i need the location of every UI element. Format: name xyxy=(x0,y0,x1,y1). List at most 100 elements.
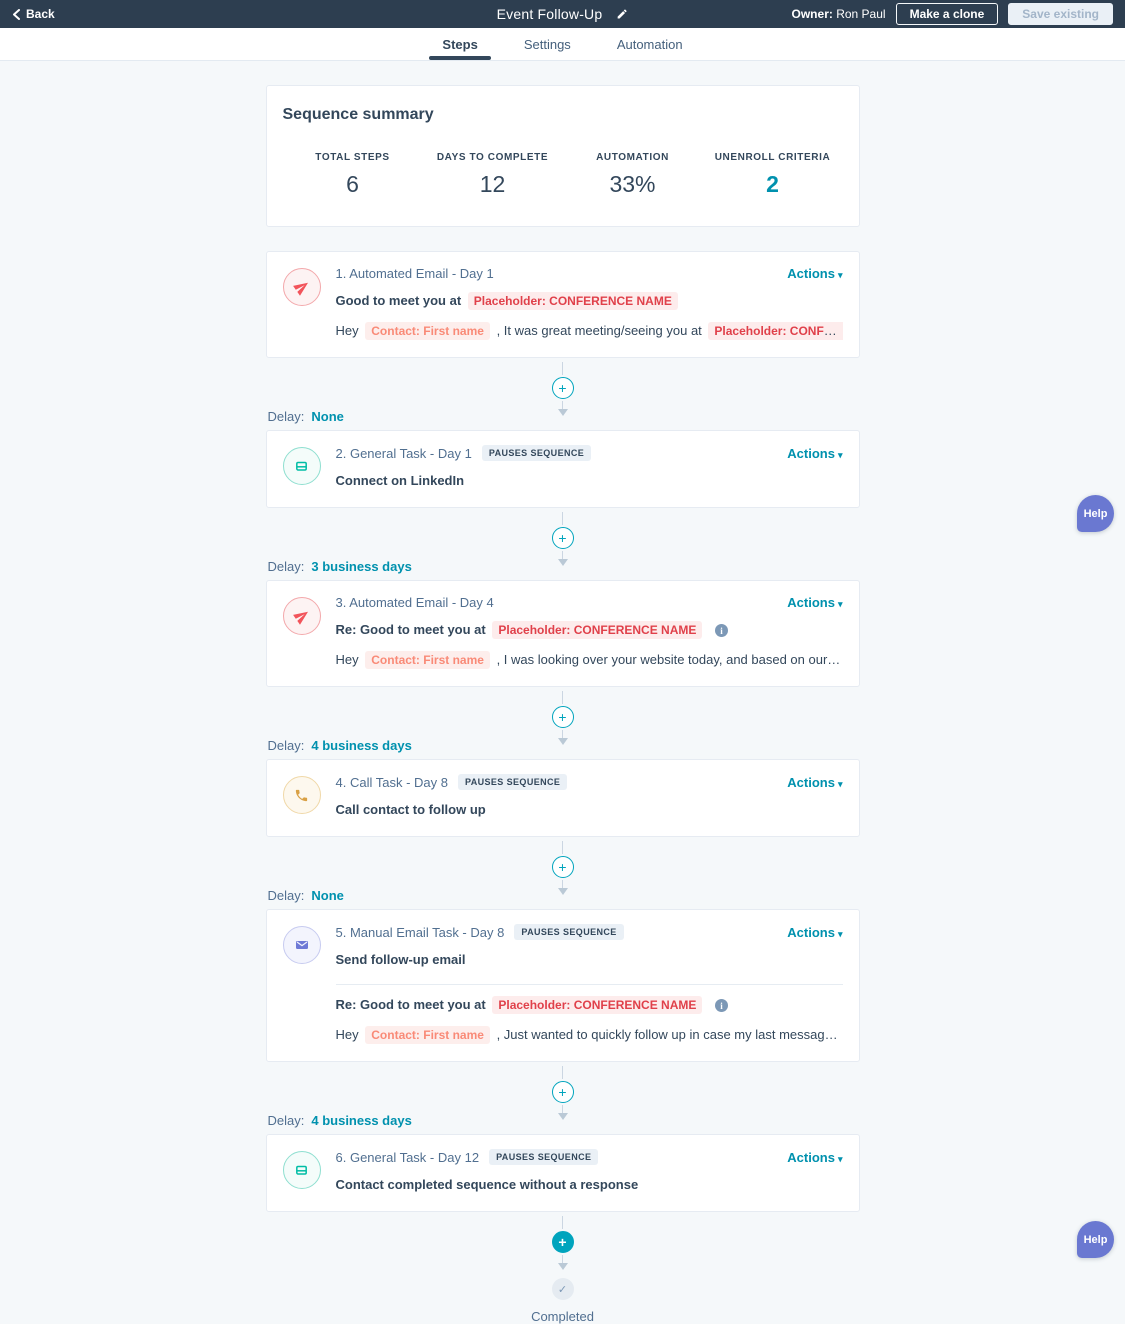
step-text-line: Hey Contact: First name , Just wanted to… xyxy=(336,1025,843,1045)
personalization-token: Placeholder: CONFERENCE NAME xyxy=(467,292,678,310)
personalization-token: Contact: First name xyxy=(365,651,490,669)
actions-dropdown[interactable]: Actions ▾ xyxy=(787,925,842,940)
delay-label: Delay: xyxy=(267,409,305,424)
chevron-down-icon: ▾ xyxy=(837,1153,843,1164)
delay-value[interactable]: 4 business days xyxy=(311,1113,411,1128)
summary-stat: AUTOMATION 33% xyxy=(563,152,703,198)
summary-stat: UNENROLL CRITERIA 2 xyxy=(703,152,843,198)
delay-label: Delay: xyxy=(267,559,305,574)
connector-line xyxy=(562,1255,563,1263)
step-text-line: Hey Contact: First name , It was great m… xyxy=(336,321,843,341)
completed-label: Completed xyxy=(531,1309,594,1324)
step-body: 2. General Task - Day 1 PAUSES SEQUENCE Ac… xyxy=(336,445,843,491)
delay-value[interactable]: None xyxy=(311,888,344,903)
step-body: 4. Call Task - Day 8 PAUSES SEQUENCE Actio… xyxy=(336,774,843,820)
chevron-down-icon: ▾ xyxy=(837,928,843,939)
preview-text: , I was looking over your website today,… xyxy=(496,652,843,667)
help-button[interactable]: Help xyxy=(1077,495,1114,532)
sequence-end: + ✓ Completed xyxy=(266,1212,860,1324)
step-header-row: 4. Call Task - Day 8 PAUSES SEQUENCE Actio… xyxy=(336,774,843,790)
connector-line xyxy=(562,880,563,888)
delay-row: Delay: 4 business days xyxy=(268,738,412,753)
actions-dropdown[interactable]: Actions ▾ xyxy=(787,266,842,281)
step-title: 2. General Task - Day 1 xyxy=(335,445,472,461)
arrow-down-icon xyxy=(557,888,568,895)
help-button[interactable]: Help xyxy=(1077,1221,1114,1258)
add-step-button[interactable]: + xyxy=(551,706,574,728)
add-step-button[interactable]: + xyxy=(551,377,574,399)
actions-dropdown[interactable]: Actions ▾ xyxy=(787,1150,842,1165)
step-header-row: 3. Automated Email - Day 4 Actions ▾ xyxy=(336,595,843,610)
stat-label: TOTAL STEPS xyxy=(315,152,390,163)
stat-label: AUTOMATION xyxy=(596,152,669,163)
step-card-5: 5. Manual Email Task - Day 8 PAUSES SEQUE… xyxy=(265,909,860,1062)
add-step-button[interactable]: + xyxy=(551,1081,574,1103)
step-text-line: Hey Contact: First name , I was looking … xyxy=(336,650,843,670)
delay-value[interactable]: 3 business days xyxy=(311,559,411,574)
info-icon[interactable]: i xyxy=(715,624,729,638)
connector-line xyxy=(562,1105,563,1113)
step-card-4: 4. Call Task - Day 8 PAUSES SEQUENCE Actio… xyxy=(265,759,860,837)
bold-text: Call contact to follow up xyxy=(335,802,486,817)
chevron-left-icon xyxy=(12,8,21,20)
personalization-token: Contact: First name xyxy=(365,1026,490,1044)
back-button[interactable]: Back xyxy=(12,7,55,21)
preview-text: , Just wanted to quickly follow up in ca… xyxy=(496,1027,843,1042)
actions-dropdown[interactable]: Actions ▾ xyxy=(787,446,842,461)
step-text-line: Call contact to follow up xyxy=(336,800,843,820)
preview-text: Hey xyxy=(335,652,359,667)
bold-text: Good to meet you at xyxy=(335,293,462,308)
personalization-token: Placeholder: CONFERENCE NAME xyxy=(492,996,703,1014)
top-bar: Back Event Follow-Up Owner: Ron Paul Mak… xyxy=(0,0,1125,28)
stat-value: 33% xyxy=(609,171,656,197)
step-body: 6. General Task - Day 12 PAUSES SEQUENCE A… xyxy=(336,1149,843,1195)
step-text-line: Connect on LinkedIn xyxy=(336,471,843,491)
owner-info: Owner: Ron Paul xyxy=(792,7,886,21)
delay-row: Delay: None xyxy=(268,409,344,424)
bold-text: Connect on LinkedIn xyxy=(335,473,465,488)
pauses-sequence-badge: PAUSES SEQUENCE xyxy=(481,445,592,461)
connector-line xyxy=(562,1216,563,1229)
preview-text: Hey xyxy=(335,1027,359,1042)
add-step-button[interactable]: + xyxy=(551,856,574,878)
step-title: 1. Automated Email - Day 1 xyxy=(335,266,494,281)
tab-automation[interactable]: Automation xyxy=(617,28,683,60)
add-step-button[interactable]: + xyxy=(551,1231,574,1253)
personalization-token: Placeholder: CONFERENCE NAME xyxy=(492,621,703,639)
actions-dropdown[interactable]: Actions ▾ xyxy=(787,595,842,610)
tab-settings[interactable]: Settings xyxy=(524,28,571,60)
arrow-down-icon xyxy=(557,1263,568,1270)
step-title: 5. Manual Email Task - Day 8 xyxy=(335,924,505,940)
chevron-down-icon: ▾ xyxy=(837,599,843,609)
make-a-clone-button[interactable]: Make a clone xyxy=(895,3,999,25)
step-body: 5. Manual Email Task - Day 8 PAUSES SEQUE… xyxy=(335,924,843,1045)
info-icon[interactable]: i xyxy=(715,999,729,1013)
step-title: 6. General Task - Day 12 xyxy=(335,1149,480,1165)
summary-title: Sequence summary xyxy=(282,106,434,123)
add-step-button[interactable]: + xyxy=(551,527,574,549)
delay-label: Delay: xyxy=(267,888,305,903)
stat-value: 2 xyxy=(766,171,779,197)
arrow-down-icon xyxy=(557,738,568,745)
step-body: 3. Automated Email - Day 4 Actions ▾ Re: Go… xyxy=(336,595,843,670)
arrow-down-icon xyxy=(557,559,568,566)
step-body: 1. Automated Email - Day 1 Actions ▾ Good t… xyxy=(336,266,843,341)
completed-check-icon: ✓ xyxy=(551,1278,574,1300)
actions-dropdown[interactable]: Actions ▾ xyxy=(787,775,842,790)
pauses-sequence-badge: PAUSES SEQUENCE xyxy=(514,924,624,940)
delay-value[interactable]: None xyxy=(311,409,344,424)
chevron-down-icon: ▾ xyxy=(837,270,843,280)
step-text-line: Contact completed sequence without a res… xyxy=(336,1175,843,1195)
bold-text: Contact completed sequence without a res… xyxy=(335,1177,639,1192)
delay-value[interactable]: 4 business days xyxy=(311,738,411,753)
connector-line xyxy=(562,841,563,854)
arrow-down-icon xyxy=(557,1113,568,1120)
task-icon xyxy=(282,1151,321,1189)
edit-pencil-icon[interactable] xyxy=(616,8,628,20)
connector-line xyxy=(562,691,563,704)
connector-line xyxy=(562,512,563,525)
delay-row: Delay: None xyxy=(268,888,344,903)
save-existing-button[interactable]: Save existing xyxy=(1008,3,1113,25)
tab-steps[interactable]: Steps xyxy=(429,28,492,60)
step-text-line: Send follow-up email xyxy=(336,950,843,970)
